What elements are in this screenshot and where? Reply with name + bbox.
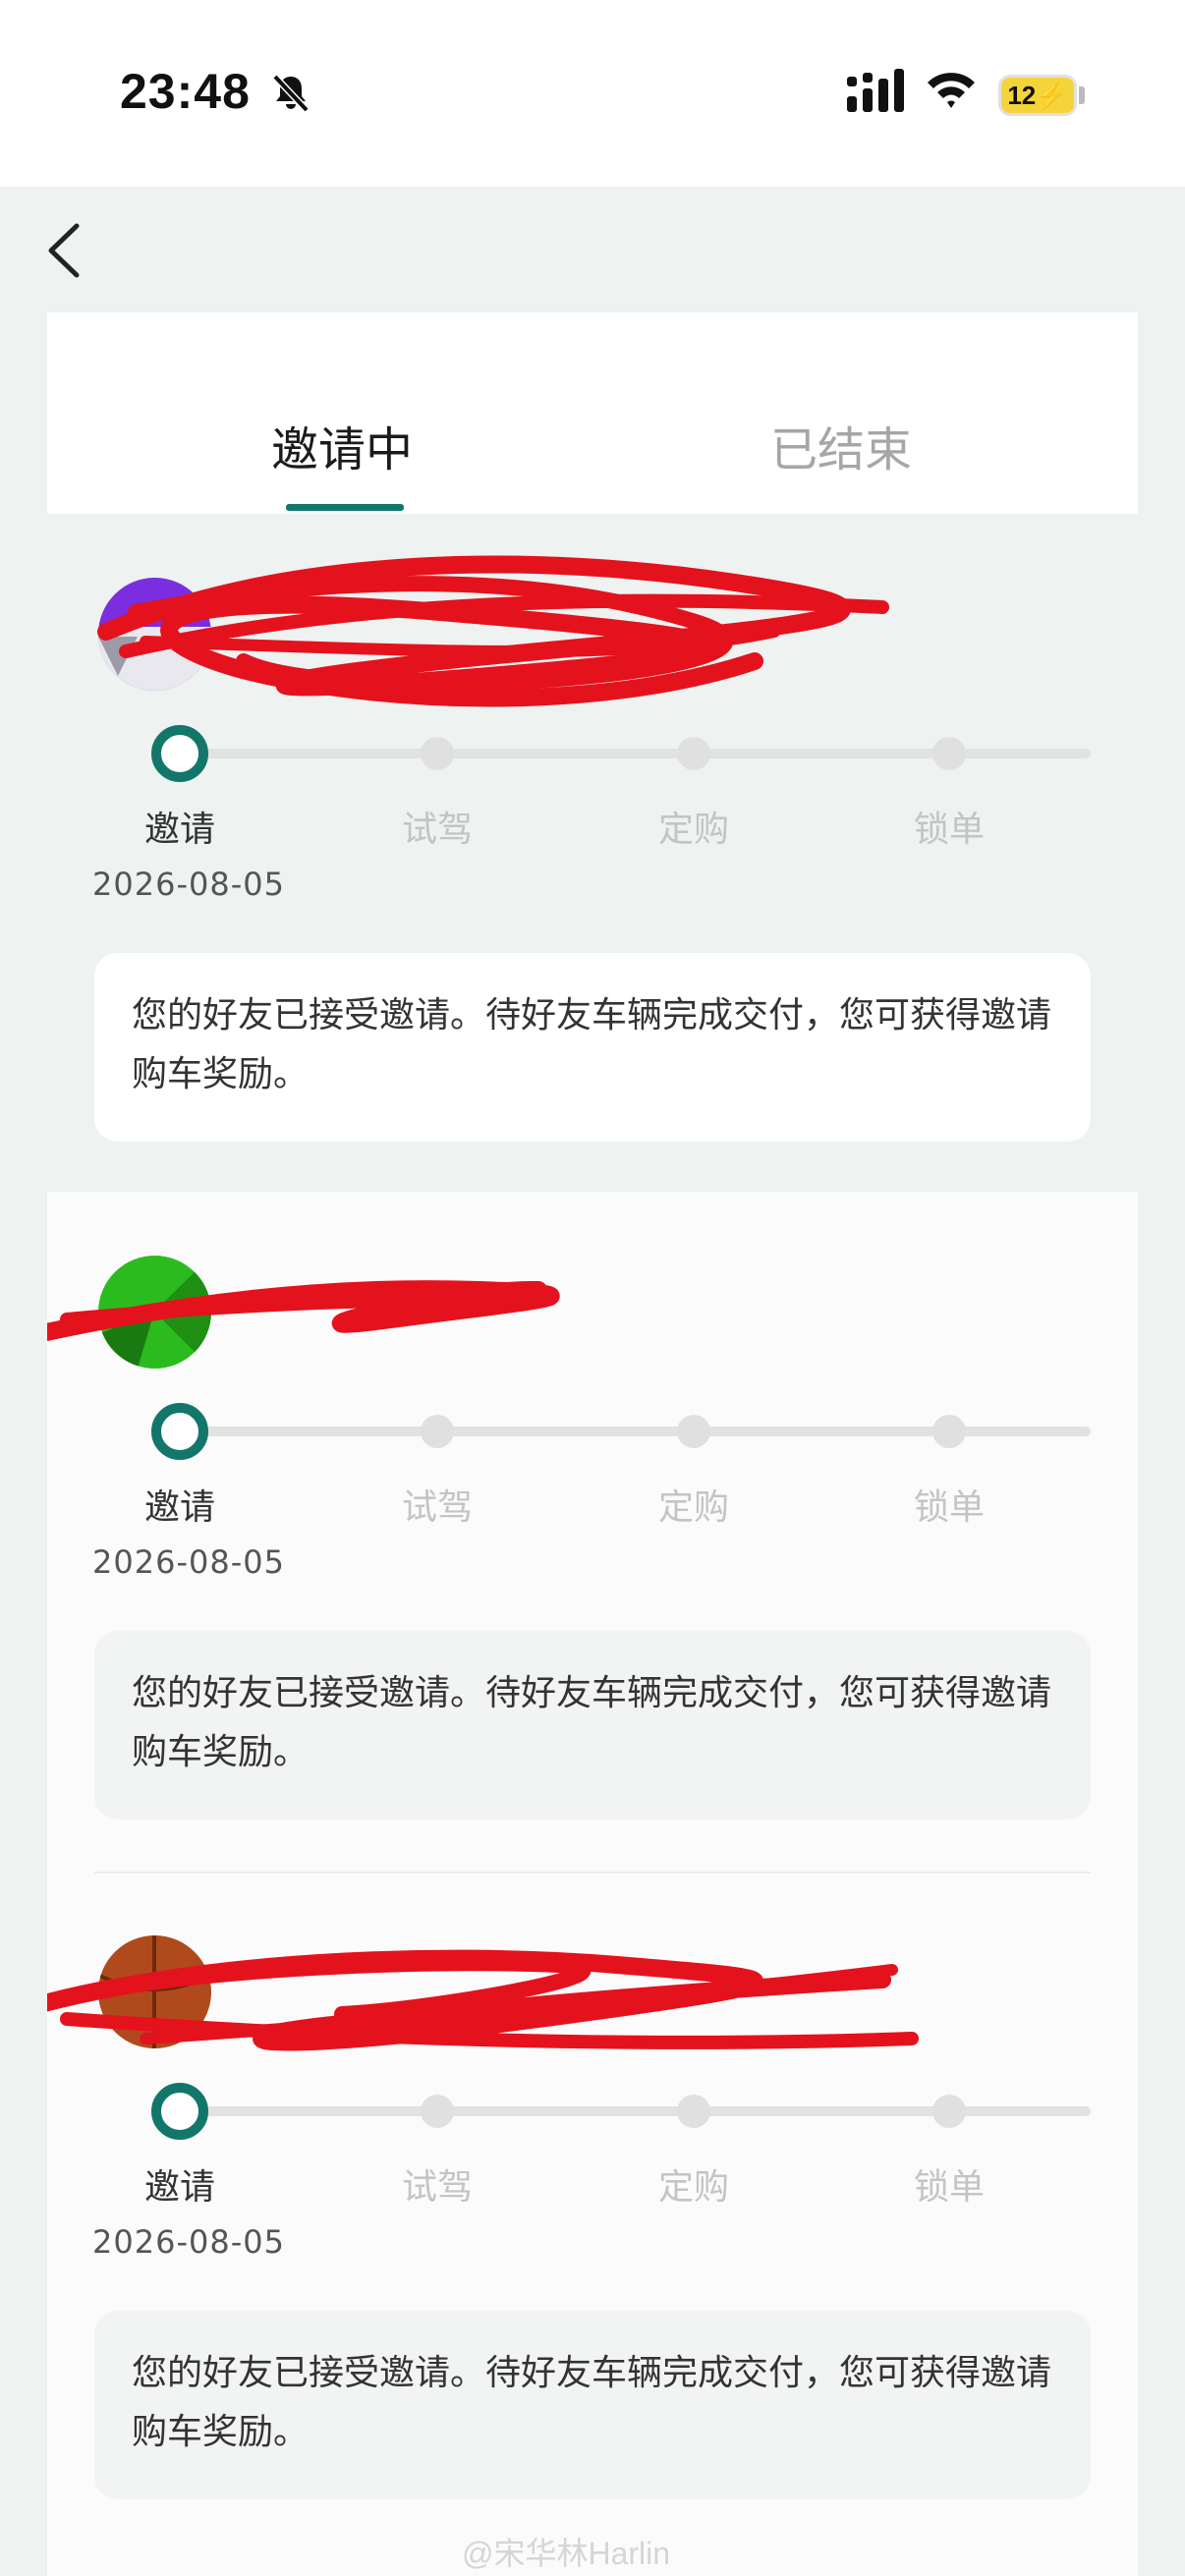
battery-charging-icon: 12 ⚡ [998,75,1077,116]
step-dot [421,1415,454,1448]
battery-level: 12 [1007,80,1037,110]
step-label-test-drive: 试驾 [401,1487,473,1528]
step-dot [932,2095,966,2128]
step-dot-active [151,725,208,782]
step-label-order: 定购 [657,1487,729,1528]
step-dot [677,1415,710,1448]
step-dot [932,1415,966,1448]
step-dot [421,2095,454,2128]
chevron-left-icon[interactable] [39,216,98,285]
invite-date: 2026-08-05 [92,2223,285,2261]
redaction-scribble [47,1949,919,2051]
redaction-scribble [47,1280,560,1342]
tab-bar: 邀请中 已结束 [47,312,1138,514]
invitation-item[interactable]: 邀请 试驾 定购 锁单 2026-08-05 您的好友已接受邀请。待好友车辆完成… [47,1872,1138,2559]
step-label-invite: 邀请 [143,810,215,850]
invite-date: 2026-08-05 [92,866,285,903]
step-label-lock: 锁单 [913,1487,985,1528]
step-label-lock: 锁单 [913,2167,985,2208]
step-dot [677,737,710,770]
step-label-order: 定购 [657,810,729,850]
step-label-test-drive: 试驾 [401,2167,473,2208]
step-label-invite: 邀请 [143,1487,215,1528]
tab-inviting[interactable]: 邀请中 [271,411,413,479]
bell-muted-icon [272,74,310,113]
tab-active-indicator [286,504,404,511]
step-label-invite: 邀请 [143,2167,215,2208]
step-label-test-drive: 试驾 [401,810,473,850]
invitation-card: 邀请中 已结束 邀请 试驾 定购 锁单 2026-08-05 您的好友已接受邀请… [47,312,1138,2576]
step-dot [677,2095,710,2128]
battery-nub [1079,86,1085,104]
watermark: @宋华林Harlin [462,2536,671,2571]
step-label-order: 定购 [657,2167,729,2208]
step-dot-active [151,1403,208,1460]
invitation-item[interactable]: 邀请 试驾 定购 锁单 2026-08-05 您的好友已接受邀请。待好友车辆完成… [47,1192,1138,1872]
status-message: 您的好友已接受邀请。待好友车辆完成交付，您可获得邀请购车奖励。 [94,2311,1091,2499]
step-label-lock: 锁单 [913,810,985,850]
status-bar: 23:48 12 ⚡ [0,0,1185,278]
invite-date: 2026-08-05 [92,1543,285,1581]
tab-ended[interactable]: 已结束 [770,411,912,479]
step-dot [421,737,454,770]
status-message: 您的好友已接受邀请。待好友车辆完成交付，您可获得邀请购车奖励。 [94,1631,1091,1820]
step-dot-active [151,2083,208,2140]
status-time: 23:48 [120,64,251,119]
step-dot [932,737,966,770]
invitation-item[interactable]: 邀请 试驾 定购 锁单 2026-08-05 您的好友已接受邀请。待好友车辆完成… [47,514,1138,1192]
wifi-icon [928,73,975,108]
status-message: 您的好友已接受邀请。待好友车辆完成交付，您可获得邀请购车奖励。 [94,953,1091,1142]
redaction-scribble [97,555,889,707]
signal-icon [847,69,904,112]
